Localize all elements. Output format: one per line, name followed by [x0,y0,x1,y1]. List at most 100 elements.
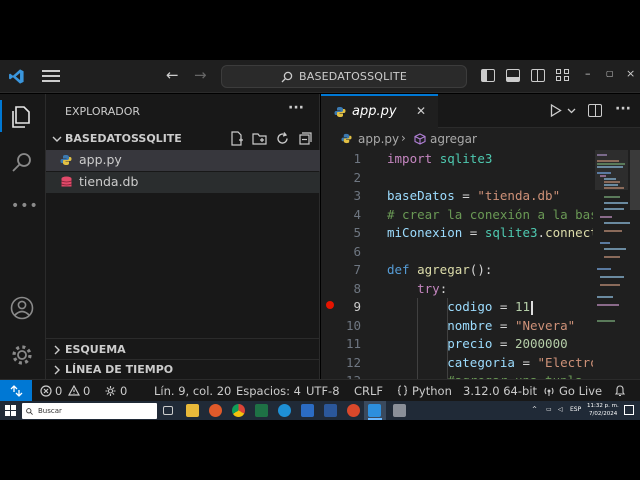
code-line[interactable]: nombre = "Nevera" [387,317,575,336]
breadcrumb-file[interactable]: app.py [358,132,399,146]
toggle-sidebar-icon[interactable] [481,69,495,82]
word-icon[interactable] [324,404,337,417]
python-interpreter[interactable]: 3.12.0 64-bit [463,384,537,398]
tab-app-py[interactable]: app.py ✕ [321,94,438,129]
scrollbar-thumb[interactable] [630,150,640,210]
code-token: 11 [514,299,531,314]
tree-item-tienda-db[interactable]: tienda.db [46,172,320,193]
more-views-icon[interactable]: ••• [11,198,39,214]
chrome-icon[interactable] [232,404,245,417]
edge-icon[interactable] [278,404,291,417]
taskbar-search-box[interactable]: Buscar [22,403,157,419]
active-view-indicator [0,100,2,132]
line-number[interactable]: 8 [321,280,361,299]
close-tab-icon[interactable]: ✕ [416,104,426,118]
breakpoint-icon[interactable] [326,301,334,309]
clock-time[interactable]: 11:32 p. m. [587,403,619,409]
refresh-icon[interactable] [275,131,290,146]
language-mode[interactable]: Python [412,384,452,398]
line-number[interactable]: 6 [321,243,361,262]
line-number[interactable]: 4 [321,206,361,225]
tree-item-app-py[interactable]: app.py [46,150,320,171]
new-folder-icon[interactable] [252,131,267,146]
network-icon[interactable]: ▭ [546,406,552,413]
error-count[interactable]: 0 [55,384,62,398]
indentation-setting[interactable]: Espacios: 4 [236,384,301,398]
line-number[interactable]: 7 [321,261,361,280]
tray-chevron-icon[interactable]: ^ [532,406,537,413]
close-window-icon[interactable]: × [626,67,635,80]
line-number[interactable]: 10 [321,317,361,336]
broadcast-icon [544,387,554,396]
code-line[interactable]: def agregar(): [387,261,492,280]
volume-icon[interactable]: ◁ [558,406,563,413]
line-number[interactable]: 3 [321,187,361,206]
tree-item-label: app.py [79,152,122,167]
warning-count[interactable]: 0 [83,384,90,398]
code-token: codigo [447,299,493,314]
code-line[interactable]: miConexion = sqlite3.connect [387,224,593,243]
outline-section-header[interactable]: ESQUEMA [46,338,320,359]
folder-header[interactable]: BASEDATOSSQLITE [46,129,320,149]
menu-icon[interactable] [42,69,60,83]
settings-gear-icon[interactable] [9,342,35,368]
code-line[interactable]: precio = 2000000 [387,335,567,354]
line-number[interactable]: 2 [321,169,361,188]
run-icon[interactable] [550,104,562,117]
settings-app-icon[interactable] [301,404,314,417]
code-line[interactable]: import sqlite3 [387,150,492,169]
excel-icon[interactable] [255,404,268,417]
clock-date[interactable]: 7/02/2024 [589,411,617,417]
code-token: baseDatos [387,188,455,203]
cursor-position[interactable]: Lín. 9, col. 20 [154,384,231,398]
line-number[interactable]: 12 [321,354,361,373]
search-icon[interactable] [9,150,35,176]
breadcrumb-symbol[interactable]: agregar [430,132,477,146]
command-center-search[interactable]: BASEDATOSSQLITE [221,65,467,88]
code-line[interactable]: # crear la conexión a la bas [387,206,593,225]
notifications-bell-icon[interactable] [614,384,626,397]
windows-start-icon[interactable] [5,405,16,416]
notification-center-icon[interactable] [624,405,634,415]
toggle-panel-icon[interactable] [506,69,520,82]
vscode-taskbar-active[interactable] [364,401,386,420]
code-token: = [462,225,485,240]
search-icon [281,71,293,82]
file-explorer-icon[interactable] [186,404,199,417]
customize-layout-icon[interactable] [556,69,570,82]
go-live-button[interactable]: Go Live [559,384,602,398]
code-line[interactable]: try: [387,280,447,299]
run-dropdown-chevron-icon[interactable] [567,107,576,115]
notepad-icon[interactable] [393,404,406,417]
code-line[interactable]: codigo = 11 [387,298,533,317]
split-editor-icon[interactable] [588,104,602,117]
line-number[interactable]: 5 [321,224,361,243]
more-actions-icon[interactable]: ··· [288,100,304,116]
maximize-icon[interactable]: ▢ [606,69,614,78]
encoding-setting[interactable]: UTF-8 [306,384,340,398]
new-file-icon[interactable] [229,131,244,146]
line-number[interactable]: 1 [321,150,361,169]
toggle-secondary-sidebar-icon[interactable] [531,69,545,82]
code-token: "Electro [537,354,593,370]
task-view-icon[interactable] [163,406,173,415]
code-line[interactable]: baseDatos = "tienda.db" [387,187,560,206]
minimap[interactable] [594,150,640,379]
line-number[interactable]: 11 [321,335,361,354]
line-number[interactable]: 13 [321,372,361,379]
collapse-all-icon[interactable] [298,131,313,146]
back-arrow-icon[interactable]: ← [166,66,179,84]
eol-setting[interactable]: CRLF [354,384,383,398]
explorer-icon[interactable] [9,104,35,130]
timeline-section-header[interactable]: LÍNEA DE TIEMPO [46,359,320,379]
firefox-icon[interactable] [209,404,222,417]
remote-indicator-button[interactable] [0,380,32,402]
account-icon[interactable] [9,295,35,321]
code-editor[interactable]: 12345678910111213 import sqlite3baseDato… [321,150,593,379]
ports-count[interactable]: 0 [120,384,127,398]
minimize-icon[interactable]: – [585,67,591,80]
editor-more-actions-icon[interactable]: ··· [615,101,631,117]
media-app-icon[interactable] [347,404,360,417]
keyboard-language[interactable]: ESP [570,406,581,413]
forward-arrow-icon[interactable]: → [194,66,207,84]
